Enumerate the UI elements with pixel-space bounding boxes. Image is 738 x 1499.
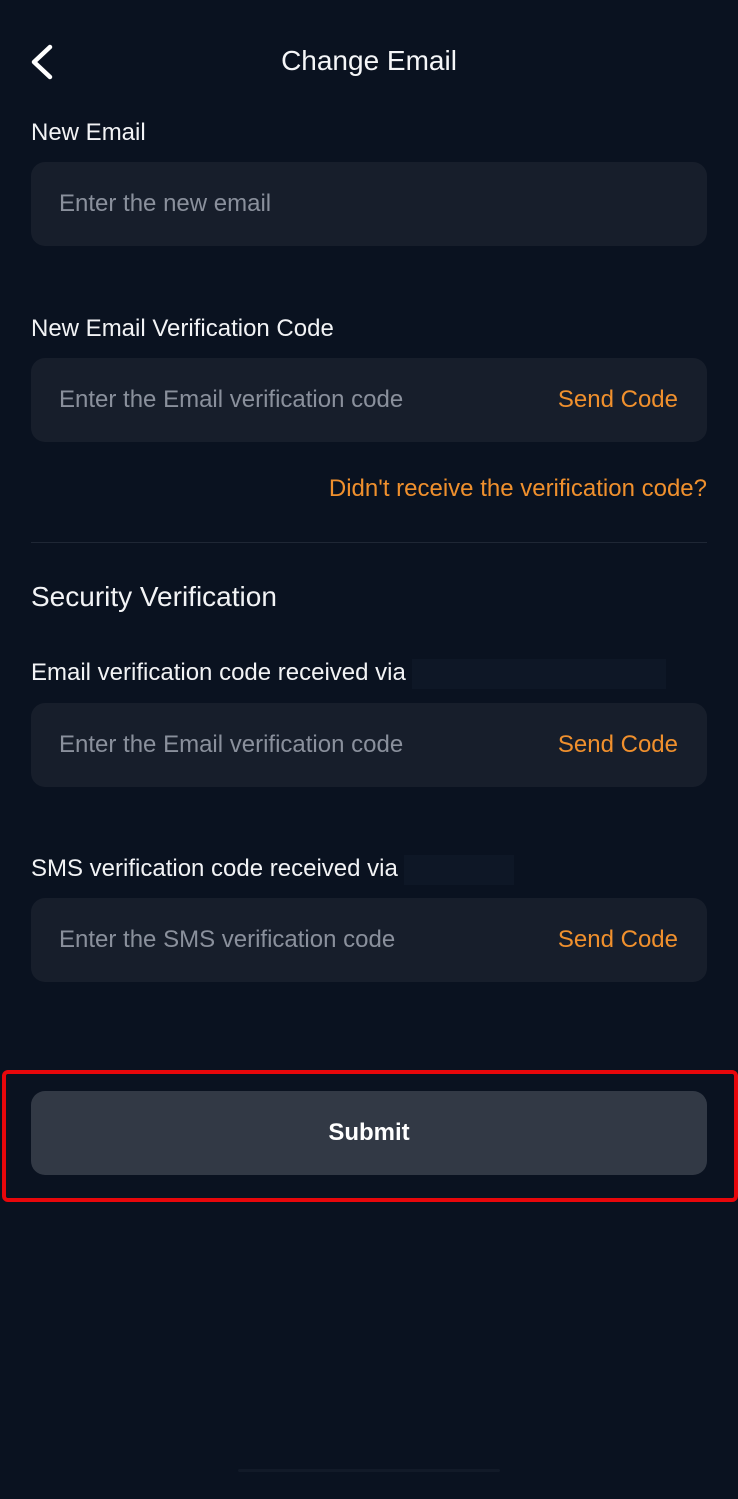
new-email-send-code-button[interactable]: Send Code: [558, 358, 678, 442]
email-code-field-container: Send Code: [31, 703, 707, 787]
email-send-code-button[interactable]: Send Code: [558, 703, 678, 787]
home-indicator: [238, 1469, 500, 1472]
masked-phone-redaction: [403, 854, 514, 885]
new-email-label: New Email: [31, 119, 146, 146]
page-title: Change Email: [281, 45, 457, 76]
sms-code-label-row: SMS verification code received via: [31, 854, 514, 885]
header: Change Email: [0, 0, 738, 122]
submit-button[interactable]: Submit: [31, 1091, 707, 1175]
masked-email-redaction: [411, 658, 666, 689]
sms-code-label: SMS verification code received via: [31, 855, 398, 882]
new-email-input[interactable]: [59, 162, 679, 246]
sms-send-code-button[interactable]: Send Code: [558, 898, 678, 982]
new-email-code-field-container: Send Code: [31, 358, 707, 442]
email-code-label-row: Email verification code received via: [31, 658, 666, 689]
sms-code-input[interactable]: [59, 898, 529, 982]
new-email-field-container: [31, 162, 707, 246]
didnt-receive-code-link[interactable]: Didn't receive the verification code?: [329, 474, 707, 504]
divider: [31, 542, 707, 543]
sms-code-field-container: Send Code: [31, 898, 707, 982]
email-code-input[interactable]: [59, 703, 529, 787]
security-verification-title: Security Verification: [31, 581, 277, 612]
email-code-label: Email verification code received via: [31, 659, 406, 686]
new-email-code-label: New Email Verification Code: [31, 315, 334, 342]
new-email-code-input[interactable]: [59, 358, 529, 442]
